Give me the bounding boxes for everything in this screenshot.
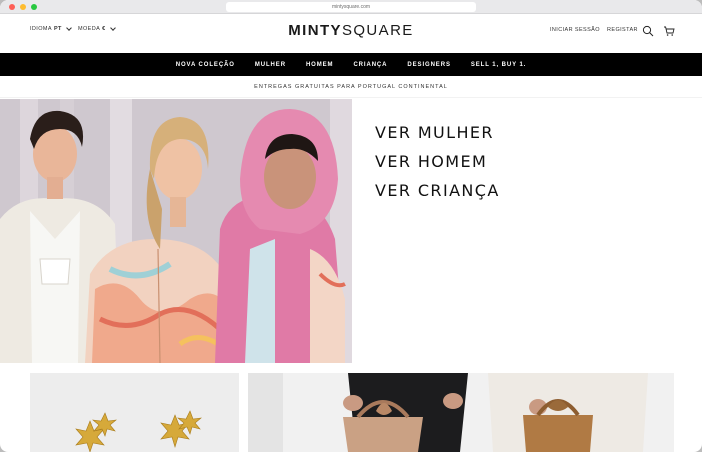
cart-icon[interactable]	[663, 25, 675, 37]
hero-links: VER MULHER VER HOMEM VER CRIANÇA	[375, 118, 500, 205]
promo-banner: ENTREGAS GRATUITAS PARA PORTUGAL CONTINE…	[0, 76, 702, 98]
link-ver-homem[interactable]: VER HOMEM	[375, 147, 500, 176]
nav-item-sell-buy[interactable]: SELL 1, BUY 1.	[471, 62, 526, 68]
address-bar[interactable]: mintysquare.com	[226, 2, 476, 12]
bags-image	[248, 373, 648, 452]
browser-window: mintysquare.com IDIOMA PT MOEDA € MINTYS…	[0, 0, 702, 452]
nav-item-mulher[interactable]: MULHER	[255, 62, 286, 68]
product-tile-bags[interactable]	[248, 373, 674, 452]
logo-light: SQUARE	[341, 22, 414, 39]
close-window-button[interactable]	[9, 4, 15, 10]
logo-bold: MINTY	[288, 22, 342, 39]
nav-item-designers[interactable]: DESIGNERS	[407, 62, 450, 68]
login-link[interactable]: INICIAR SESSÃO	[550, 27, 600, 33]
main-nav: NOVA COLEÇÃO MULHER HOMEM CRIANÇA DESIGN…	[0, 53, 702, 76]
nav-item-crianca[interactable]: CRIANÇA	[353, 62, 387, 68]
nav-item-nova-colecao[interactable]: NOVA COLEÇÃO	[176, 62, 235, 68]
site-header: IDIOMA PT MOEDA € MINTYSQUARE INICIAR SE…	[0, 14, 702, 52]
nav-item-homem[interactable]: HOMEM	[306, 62, 334, 68]
earrings-image	[75, 410, 202, 452]
maximize-window-button[interactable]	[31, 4, 37, 10]
hero-models-illustration	[0, 99, 352, 363]
minimize-window-button[interactable]	[20, 4, 26, 10]
product-tile-earrings[interactable]	[30, 373, 239, 452]
hero-image[interactable]	[0, 99, 352, 363]
search-icon[interactable]	[642, 25, 654, 37]
link-ver-mulher[interactable]: VER MULHER	[375, 118, 500, 147]
link-ver-crianca[interactable]: VER CRIANÇA	[375, 176, 500, 205]
register-link[interactable]: REGISTAR	[607, 27, 638, 33]
browser-chrome: mintysquare.com	[0, 0, 702, 14]
